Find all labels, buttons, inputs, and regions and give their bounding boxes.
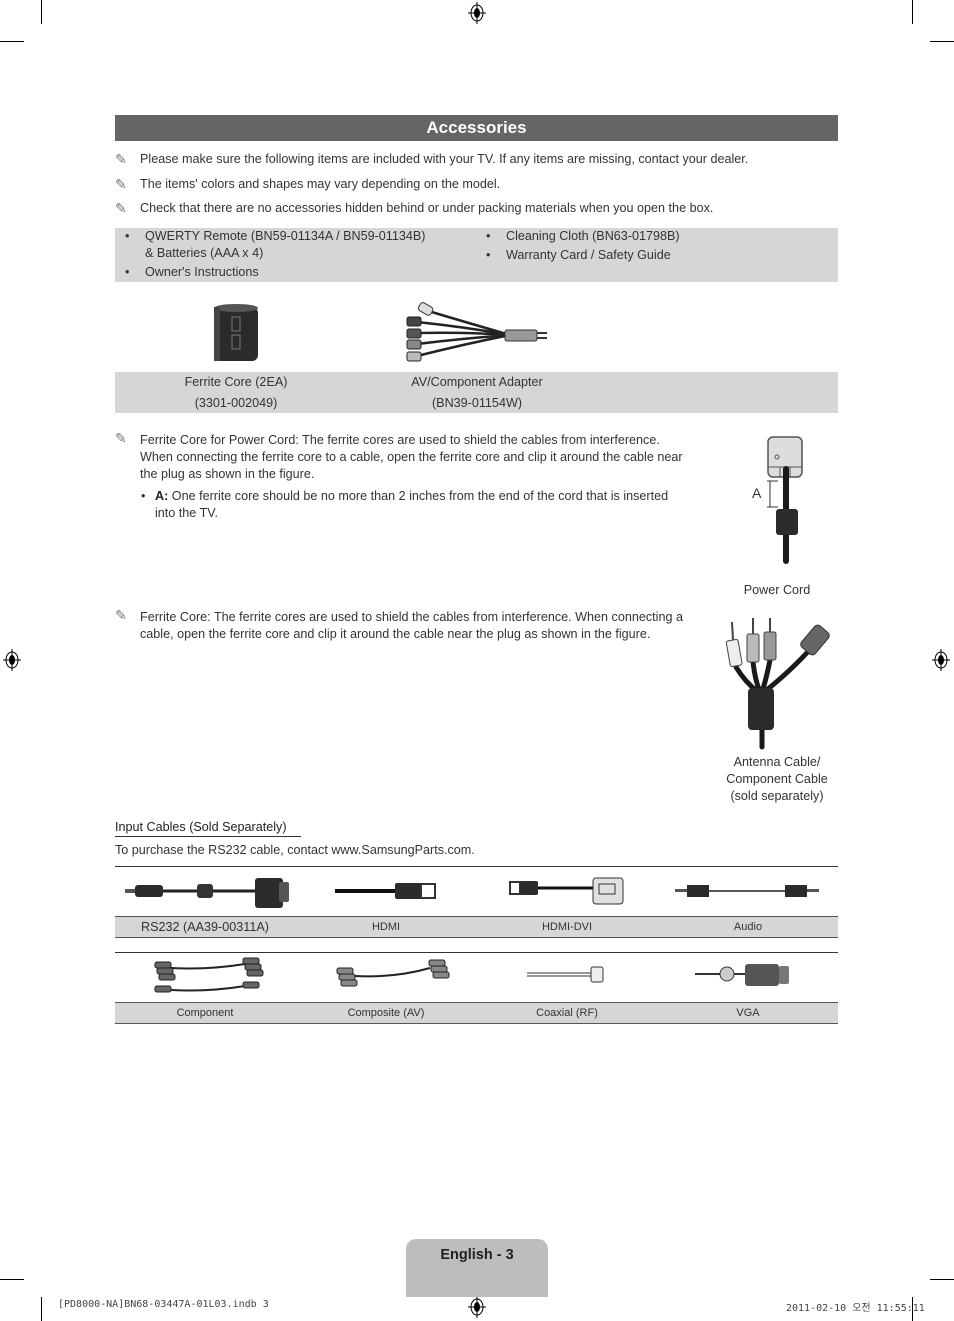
print-slug-left: [PD8000-NA]BN68-03447A-01L03.indb 3 xyxy=(58,1299,269,1310)
registration-mark-icon xyxy=(468,1296,486,1318)
figure-marker-a: A xyxy=(752,485,762,501)
cable-label: VGA xyxy=(736,1007,760,1019)
composite-cable-icon xyxy=(336,959,450,987)
note-text: Check that there are no accessories hidd… xyxy=(140,201,714,215)
page-number: English - 3 xyxy=(440,1247,514,1263)
hdmi-cable-icon xyxy=(335,883,436,899)
component-cable-icon xyxy=(154,957,264,993)
input-cables-note: To purchase the RS232 cable, contact www… xyxy=(115,843,475,857)
antenna-cable-caption: Antenna Cable/ Component Cable (sold sep… xyxy=(726,755,828,803)
registration-mark-icon xyxy=(932,649,950,671)
coaxial-cable-icon xyxy=(527,966,604,983)
registration-mark-icon xyxy=(3,649,21,671)
antenna-component-cable-figure xyxy=(725,618,830,750)
page-number-tab: English - 3 xyxy=(406,1239,548,1297)
input-cables-heading: Input Cables (Sold Separately) xyxy=(115,820,301,837)
ferrite-core-icon xyxy=(214,304,258,361)
adapter-name: AV/Component Adapter xyxy=(411,375,543,389)
input-cables-table-row2: Component Composite (AV) Coaxial (RF) VG… xyxy=(115,952,838,1024)
ferrite-core-part: (3301-002049) xyxy=(194,396,278,410)
input-cables-table-row1: RS232 (AA39-00311A) HDMI HDMI-DVI Audio xyxy=(115,866,838,940)
power-cord-caption: Power Cord xyxy=(743,583,811,597)
divider xyxy=(115,952,838,953)
audio-cable-icon xyxy=(675,885,819,897)
bullet-icon: • xyxy=(141,489,146,503)
note: ✎ The items' colors and shapes may vary … xyxy=(115,176,500,194)
note-pencil-icon: ✎ xyxy=(115,151,127,167)
crop-mark xyxy=(0,41,24,42)
note-text: Please make sure the following items are… xyxy=(140,152,749,166)
registration-mark-icon xyxy=(468,2,486,24)
divider xyxy=(115,866,838,867)
ferrite-power-note: Ferrite Core for Power Cord: The ferrite… xyxy=(140,433,683,481)
ferrite-cable-note: Ferrite Core: The ferrite cores are used… xyxy=(140,610,683,641)
ferrite-core-name: Ferrite Core (2EA) xyxy=(184,375,288,389)
print-slug-right: 2011-02-10 오전 11:55:11 xyxy=(786,1303,925,1314)
crop-mark xyxy=(912,0,913,24)
hdmi-dvi-cable-icon xyxy=(509,877,624,905)
cable-label: HDMI xyxy=(371,921,401,933)
cable-label: Coaxial (RF) xyxy=(536,1007,598,1019)
bullet-icon: • xyxy=(486,248,491,262)
cable-label: RS232 (AA39-00311A) xyxy=(141,920,269,934)
note-pencil-icon: ✎ xyxy=(115,176,127,192)
crop-mark xyxy=(930,1279,954,1280)
note-pencil-icon: ✎ xyxy=(115,200,127,216)
ferrite-power-subnote: • A: One ferrite core should be no more … xyxy=(141,489,669,520)
note: ✎ Check that there are no accessories hi… xyxy=(115,200,713,218)
bullet-icon: • xyxy=(125,265,130,279)
note-pencil-icon: ✎ xyxy=(115,430,127,446)
section-title: Accessories xyxy=(115,115,838,141)
note-text: The items' colors and shapes may vary de… xyxy=(140,177,501,191)
crop-mark xyxy=(41,0,42,24)
pictured-items-captions: Ferrite Core (2EA) (3301-002049) AV/Comp… xyxy=(115,372,838,413)
rs232-cable-icon xyxy=(125,878,289,908)
crop-mark xyxy=(41,1297,42,1321)
cable-label: Component xyxy=(176,1007,234,1019)
included-items-box: • QWERTY Remote (BN59-01134A / BN59-0113… xyxy=(115,228,838,282)
adapter-part: (BN39-01154W) xyxy=(431,396,523,410)
note: ✎ Please make sure the following items a… xyxy=(115,151,748,169)
bullet-icon: • xyxy=(486,229,491,243)
label-row: RS232 (AA39-00311A) HDMI HDMI-DVI Audio xyxy=(115,916,838,938)
av-component-adapter-icon xyxy=(406,302,547,362)
cable-label: Composite (AV) xyxy=(347,1007,425,1019)
note-pencil-icon: ✎ xyxy=(115,607,127,623)
bullet-icon: • xyxy=(125,229,130,243)
crop-mark xyxy=(930,41,954,42)
crop-mark xyxy=(0,1279,24,1280)
label-row: Component Composite (AV) Coaxial (RF) VG… xyxy=(115,1002,838,1024)
vga-cable-icon xyxy=(695,964,789,986)
cable-label: HDMI-DVI xyxy=(541,921,593,933)
cable-label: Audio xyxy=(733,921,763,933)
